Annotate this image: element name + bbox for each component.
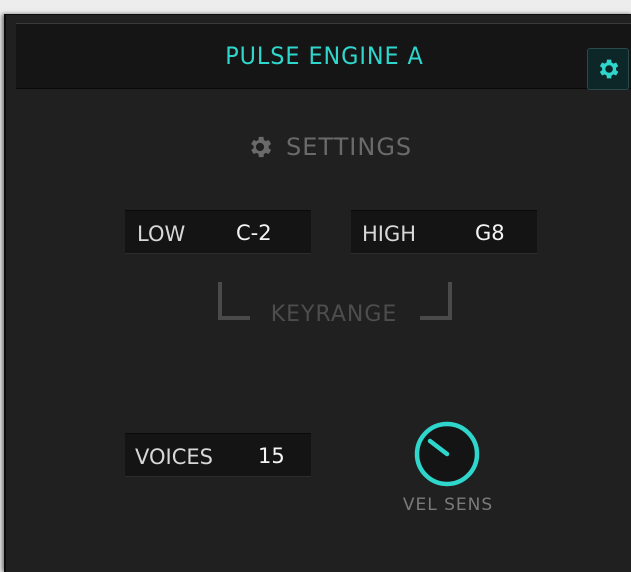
high-label: HIGH <box>362 222 417 246</box>
vel-sens-label: VEL SENS <box>402 495 494 515</box>
keyrange-high-field[interactable]: HIGH G8 <box>351 210 537 254</box>
keyrange-label: KEYRANGE <box>270 302 398 327</box>
high-value: G8 <box>475 221 505 245</box>
settings-label: SETTINGS <box>286 133 413 161</box>
keyrange-low-field[interactable]: LOW C-2 <box>125 210 311 254</box>
vel-sens-knob[interactable] <box>412 419 482 489</box>
header-bar: PULSE ENGINE A <box>16 23 631 90</box>
low-value: C-2 <box>236 221 272 245</box>
voices-value: 15 <box>258 444 285 468</box>
gear-icon <box>251 136 272 158</box>
header-settings-button[interactable] <box>587 48 629 90</box>
gear-icon <box>599 59 619 79</box>
instrument-panel: PULSE ENGINE A SETTINGS LOW C-2 HIGH G8 … <box>4 14 631 572</box>
low-label: LOW <box>137 222 186 246</box>
voices-field[interactable]: VOICES 15 <box>125 433 311 477</box>
settings-button[interactable]: SETTINGS <box>246 133 412 161</box>
keyrange-bracket-right <box>420 282 452 320</box>
instrument-title: PULSE ENGINE A <box>225 42 424 70</box>
voices-label: VOICES <box>135 445 213 469</box>
